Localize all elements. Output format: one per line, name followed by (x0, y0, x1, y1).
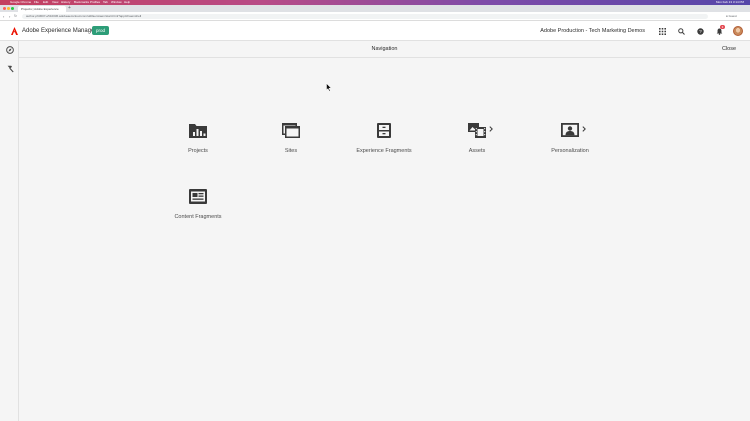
reload-icon[interactable]: ↻ (14, 14, 17, 19)
navigation-title: Navigation (371, 46, 398, 52)
browser-profile[interactable]: ● Guest (726, 14, 737, 19)
compass-icon (5, 45, 14, 54)
projects-icon (188, 121, 208, 139)
personalization-icon (560, 121, 586, 139)
address-bar[interactable]: author-p63007-e510036.adobeaemcloud.com/… (22, 14, 708, 19)
solutions-button[interactable] (657, 26, 667, 36)
app-grid-icon (658, 27, 666, 35)
search-icon (677, 27, 685, 35)
product-name[interactable]: Adobe Experience Manager (22, 26, 96, 36)
window-close-button[interactable] (3, 7, 6, 10)
hammer-icon (7, 65, 14, 72)
window-zoom-button[interactable] (11, 7, 14, 10)
browser-toolbar: ‹ › ↻ author-p63007-e510036.adobeaemclou… (0, 12, 750, 21)
adobe-logo-icon[interactable] (11, 27, 18, 35)
navigation-bar: Navigation Close (19, 41, 750, 58)
nav-tile-experience-fragments[interactable]: Experience Fragments (344, 121, 424, 165)
nav-tile-content-fragments[interactable]: Content Fragments (158, 187, 238, 231)
nav-tile-label: Projects (188, 148, 208, 154)
user-avatar[interactable] (733, 26, 743, 36)
env-badge: prod (92, 26, 110, 35)
url-text: author-p63007-e510036.adobeaemcloud.com/… (26, 14, 142, 18)
sites-icon (281, 121, 301, 139)
search-button[interactable] (676, 26, 686, 36)
browser-tab-strip: Projects | Adobe Experience + (0, 5, 750, 12)
rail-tools-button[interactable] (4, 63, 15, 74)
nav-tile-label: Sites (284, 148, 298, 154)
content-fragments-icon (188, 187, 208, 205)
left-rail (0, 41, 19, 421)
nav-tile-personalization[interactable]: Personalization (530, 121, 610, 165)
profile-icon: ● (726, 14, 728, 18)
chevron-right-icon (582, 126, 586, 132)
new-tab-icon[interactable]: + (68, 5, 71, 12)
help-button[interactable]: ? (695, 26, 705, 36)
mouse-cursor-icon (326, 83, 332, 92)
assets-icon (467, 121, 493, 139)
svg-text:?: ? (699, 29, 702, 35)
nav-tile-label: Experience Fragments (356, 148, 412, 154)
back-icon[interactable]: ‹ (3, 14, 4, 19)
nav-tile-assets[interactable]: Assets (437, 121, 517, 165)
profile-label: Guest (728, 14, 737, 18)
forward-icon[interactable]: › (9, 14, 10, 19)
notification-count-badge: 3 (720, 25, 725, 29)
nav-tile-sites[interactable]: Sites (251, 121, 331, 165)
browser-tab-title: Projects | Adobe Experience (21, 7, 59, 11)
nav-tile-label: Personalization (551, 148, 589, 154)
experience-fragments-icon (374, 121, 394, 139)
nav-tile-projects[interactable]: Projects (158, 121, 238, 165)
rail-navigation-button[interactable] (4, 44, 15, 55)
nav-tile-label: Assets (468, 148, 486, 154)
window-minimize-button[interactable] (7, 7, 10, 10)
close-button[interactable]: Close (722, 45, 736, 54)
help-icon: ? (696, 27, 704, 35)
chevron-right-icon (489, 126, 493, 132)
nav-tile-label: Content Fragments (174, 214, 222, 220)
aem-header: Adobe Experience Manager prod Adobe Prod… (0, 21, 750, 41)
notifications-button[interactable]: 3 (714, 25, 725, 36)
org-switcher[interactable]: Adobe Production - Tech Marketing Demos (540, 26, 645, 36)
